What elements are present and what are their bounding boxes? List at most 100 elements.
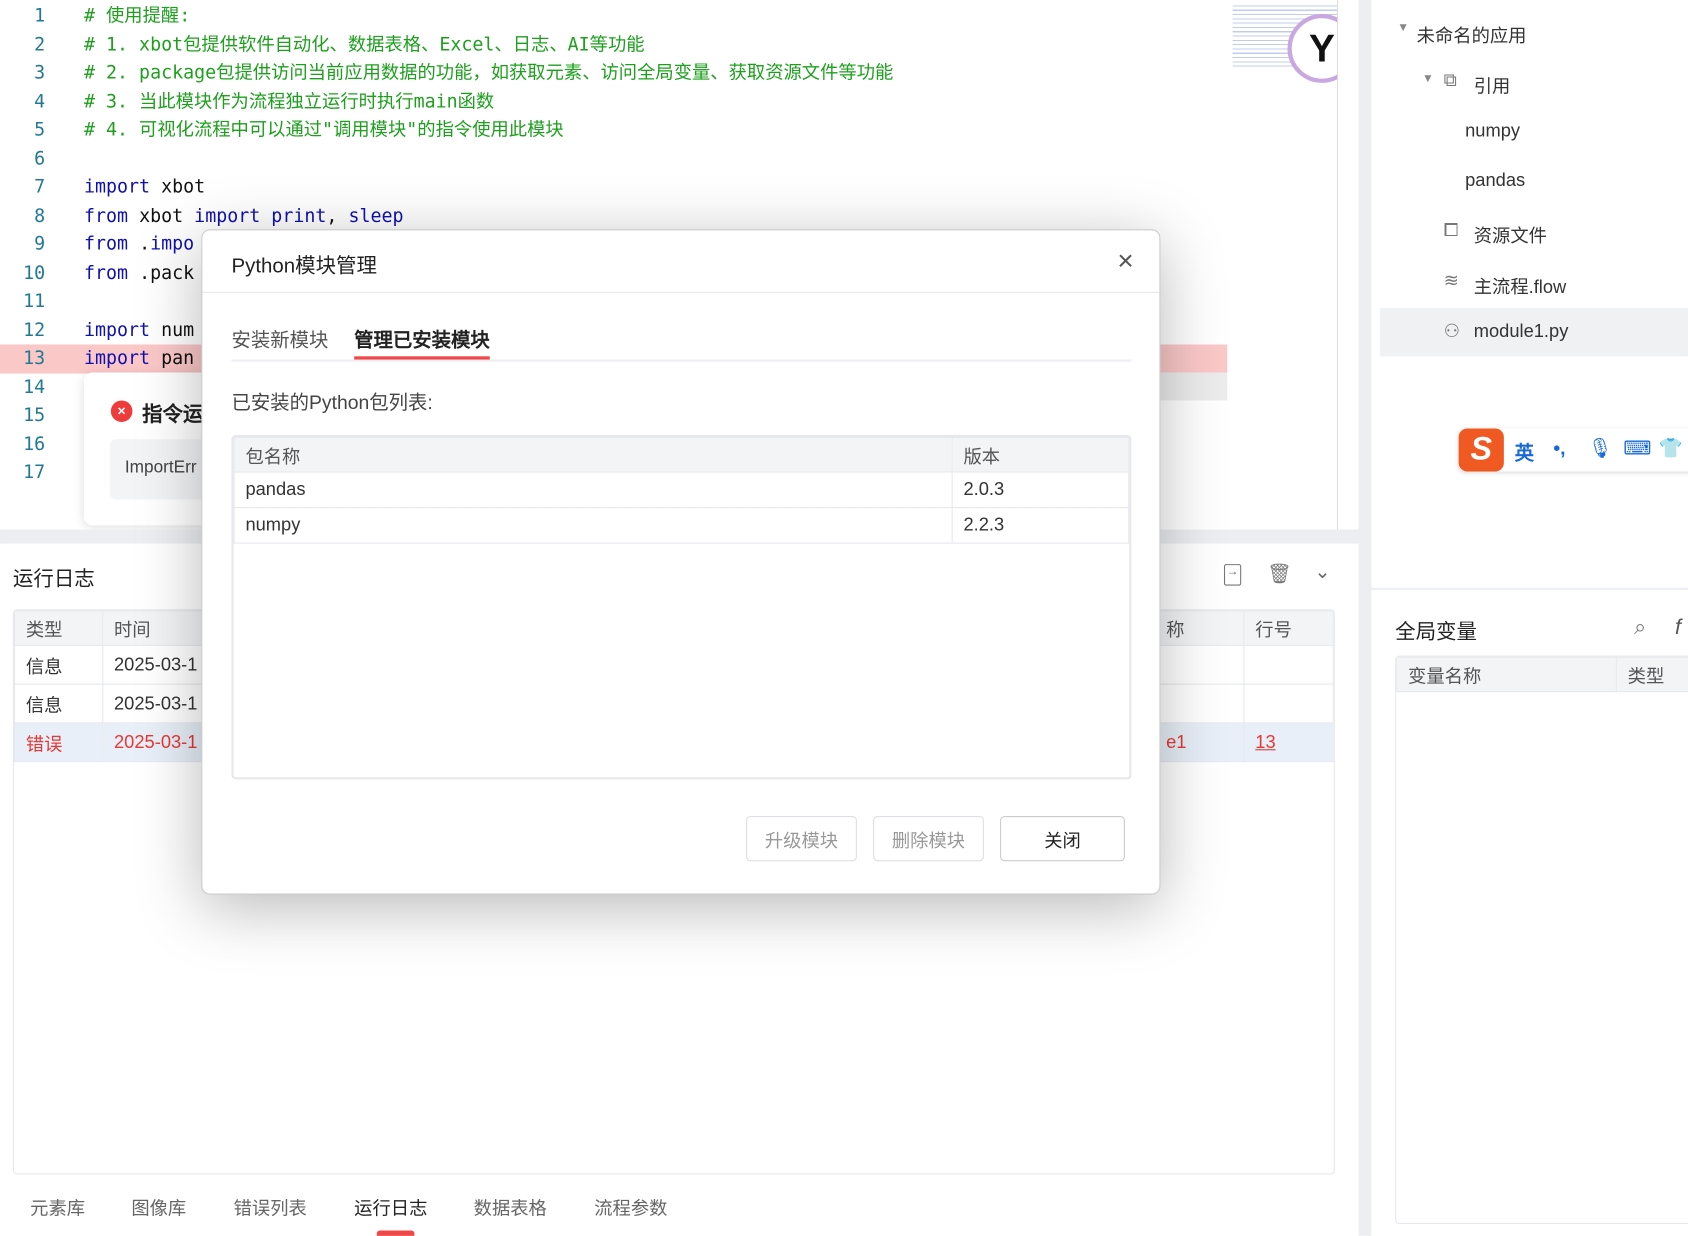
close-button[interactable]: 关闭	[1000, 815, 1125, 862]
package-version: 2.2.3	[951, 507, 1130, 544]
col-var-name: 变量名称	[1396, 656, 1617, 693]
skin-icon[interactable]: 👕	[1659, 437, 1683, 460]
python-module-dialog: Python模块管理 × 安装新模块 管理已安装模块 已安装的Python包列表…	[201, 229, 1161, 895]
error-icon: ×	[110, 400, 133, 422]
code-token: impo	[150, 233, 195, 256]
code-line[interactable]: 8 from xbot import print, sleep	[0, 202, 1227, 231]
code-token: from	[83, 262, 129, 284]
tree-ref-numpy[interactable]: numpy	[1465, 121, 1520, 143]
line-shade	[1160, 372, 1228, 401]
tab-bar-line	[231, 359, 1132, 362]
code-line[interactable]: 3 # 2. package包提供访问当前应用数据的功能，如获取元素、访问全局变量…	[0, 59, 1227, 88]
close-icon[interactable]: ×	[1117, 245, 1133, 275]
divider	[1371, 587, 1688, 590]
code-line[interactable]: 2 # 1. xbot包提供软件自动化、数据表格、Excel、日志、AI等功能	[0, 31, 1227, 60]
code-line[interactable]: 6	[0, 145, 1227, 174]
code-token: sleep	[348, 205, 404, 227]
ime-toolbar[interactable]: S 英 •, 🎙 ⌨ 👕	[1458, 428, 1688, 472]
package-row[interactable]: pandas 2.0.3	[233, 471, 1130, 509]
tree-root[interactable]: 未命名的应用	[1417, 20, 1527, 47]
line-number: 1	[34, 5, 46, 27]
line-number: 13	[23, 347, 46, 370]
col-package-name: 包名称	[233, 437, 953, 473]
chevron-down-icon[interactable]: ⌄	[1314, 561, 1330, 584]
code-token: num	[150, 319, 195, 341]
log-cell-type: 信息	[13, 683, 104, 724]
line-number: 16	[23, 433, 46, 455]
code-text: import xbot	[84, 173, 205, 202]
sogou-logo-icon: S	[1458, 428, 1504, 472]
code-token: ,	[326, 205, 349, 227]
code-token: # 2. package包提供访问当前应用数据的功能，如获取元素、访问全局变量、…	[83, 62, 894, 84]
caret-down-icon[interactable]: ▼	[1397, 22, 1409, 35]
search-icon[interactable]: ⌕	[1634, 616, 1646, 641]
tree-module[interactable]: module1.py	[1474, 321, 1569, 343]
code-text: # 使用提醒:	[84, 2, 190, 31]
bottom-tab[interactable]: 数据表格	[474, 1193, 547, 1220]
tree-ref-pandas[interactable]: pandas	[1465, 170, 1525, 192]
package-name: numpy	[233, 507, 953, 544]
tree-resources[interactable]: 资源文件	[1474, 221, 1547, 248]
line-number: 4	[34, 90, 46, 113]
puzzle-icon: ⧠	[1443, 219, 1459, 241]
tree-references[interactable]: 引用	[1474, 71, 1511, 98]
code-token: # 3. 当此模块作为流程独立运行时执行main函数	[83, 90, 495, 113]
code-token: import	[83, 347, 151, 370]
bottom-tab[interactable]: 图像库	[131, 1193, 186, 1220]
code-token: .	[128, 233, 151, 256]
code-token: # 1. xbot包提供软件自动化、数据表格、Excel、日志、AI等功能	[83, 33, 645, 56]
keyboard-icon[interactable]: ⌨	[1623, 437, 1651, 460]
line-number: 10	[23, 262, 46, 284]
line-number: 8	[34, 205, 46, 227]
vertical-splitter[interactable]	[1358, 0, 1372, 1236]
code-line[interactable]: 1 # 使用提醒:	[0, 2, 1227, 31]
code-token: import print	[194, 205, 327, 227]
line-number: 3	[34, 62, 46, 84]
code-text: # 3. 当此模块作为流程独立运行时执行main函数	[84, 88, 494, 117]
col-line: 行号	[1243, 610, 1334, 646]
project-panel: ▼ 未命名的应用 ▼ ⧉ 引用 numpy pandas ⧠ 资源文件 ≋ 主流…	[1371, 0, 1688, 1236]
bottom-tab[interactable]: 错误列表	[234, 1193, 307, 1220]
code-line[interactable]: 4 # 3. 当此模块作为流程独立运行时执行main函数	[0, 88, 1227, 117]
error-title: 指令运	[142, 403, 204, 427]
code-token: .pack	[128, 262, 195, 284]
trash-icon[interactable]: 🗑	[1267, 563, 1292, 586]
ime-lang[interactable]: 英	[1515, 438, 1534, 466]
log-cell-type: 信息	[13, 644, 104, 685]
globals-title: 全局变量	[1395, 621, 1477, 644]
line-number: 11	[23, 290, 46, 313]
code-token: # 使用提醒:	[83, 5, 191, 27]
code-text: # 4. 可视化流程中可以通过"调用模块"的指令使用此模块	[84, 116, 564, 145]
package-version: 2.0.3	[951, 471, 1130, 509]
editor-scrollbar[interactable]	[1337, 0, 1339, 530]
code-token: from	[83, 205, 129, 227]
log-cell-line[interactable]: 13	[1243, 722, 1334, 763]
bottom-tab[interactable]: 元素库	[30, 1193, 85, 1220]
upgrade-module-button[interactable]: 升级模块	[746, 815, 857, 862]
line-number: 5	[34, 119, 46, 142]
export-icon[interactable]: →	[1223, 564, 1242, 586]
tab-manage-installed[interactable]: 管理已安装模块	[354, 325, 490, 353]
copy-icon: ⧉	[1443, 69, 1457, 91]
bottom-tab[interactable]: 流程参数	[594, 1193, 667, 1220]
line-number: 15	[23, 404, 46, 427]
log-cell-name	[1154, 683, 1245, 724]
active-tab-indicator	[376, 1230, 415, 1236]
code-text: # 1. xbot包提供软件自动化、数据表格、Excel、日志、AI等功能	[84, 31, 645, 60]
code-line[interactable]: 7 import xbot	[0, 173, 1227, 202]
caret-down-icon[interactable]: ▼	[1422, 72, 1434, 85]
tab-install-new[interactable]: 安装新模块	[231, 325, 328, 353]
log-cell-line	[1243, 683, 1334, 724]
log-cell-name: e1	[1154, 722, 1245, 763]
active-tab-indicator	[354, 356, 490, 360]
function-icon[interactable]: f	[1675, 616, 1681, 641]
ime-punct[interactable]: •,	[1553, 437, 1565, 460]
code-line[interactable]: 5 # 4. 可视化流程中可以通过"调用模块"的指令使用此模块	[0, 116, 1227, 145]
bottom-tab[interactable]: 运行日志	[354, 1193, 427, 1220]
tree-main-flow[interactable]: 主流程.flow	[1474, 271, 1567, 298]
log-cell-type: 错误	[13, 722, 104, 763]
microphone-icon[interactable]: 🎙	[1588, 437, 1613, 460]
installed-packages-table: 包名称 版本 pandas 2.0.3 numpy 2.2.3	[231, 434, 1132, 780]
delete-module-button[interactable]: 删除模块	[873, 815, 984, 862]
package-row[interactable]: numpy 2.2.3	[233, 507, 1130, 544]
